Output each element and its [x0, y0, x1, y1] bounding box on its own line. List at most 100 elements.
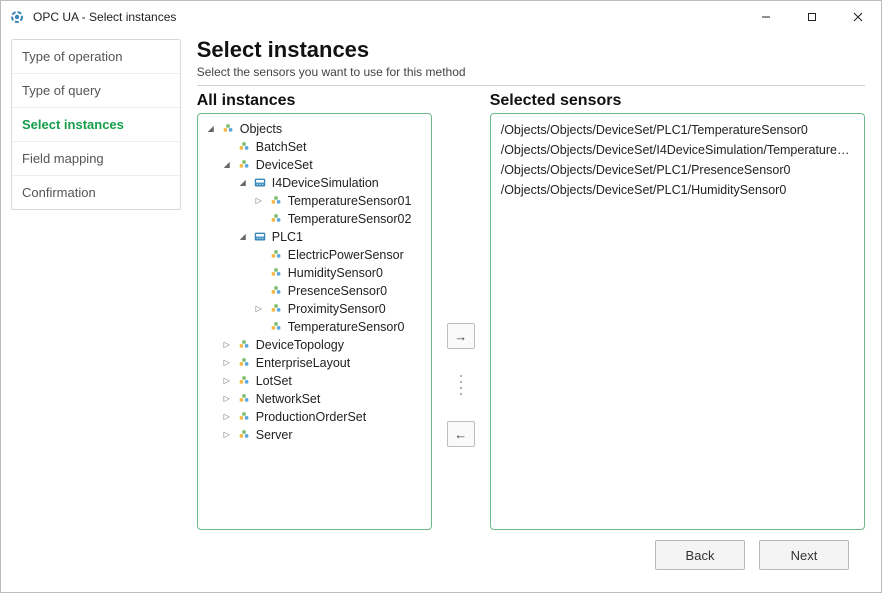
- next-button-label: Next: [791, 548, 818, 563]
- folder-icon: [236, 374, 252, 388]
- tree-node[interactable]: ▷ TemperatureSensor01: [254, 192, 427, 210]
- tree-node[interactable]: ◢ObjectsBatchSet◢DeviceSet◢I4DeviceSimul…: [206, 120, 427, 444]
- tree-node-label: TemperatureSensor01: [288, 192, 412, 210]
- expander-closed-icon[interactable]: ▷: [254, 304, 264, 314]
- tree-node[interactable]: ◢PLC1ElectricPowerSensorHumiditySensor0P…: [238, 228, 427, 336]
- close-button[interactable]: [835, 1, 881, 33]
- expander-open-icon[interactable]: ◢: [206, 124, 216, 134]
- selected-item[interactable]: /Objects/Objects/DeviceSet/PLC1/Humidity…: [495, 180, 860, 200]
- window-title: OPC UA - Select instances: [33, 10, 176, 24]
- selected-sensors-column: Selected sensors /Objects/Objects/Device…: [490, 90, 865, 530]
- next-button[interactable]: Next: [759, 540, 849, 570]
- tree-node-row[interactable]: ▷EnterpriseLayout: [222, 354, 427, 372]
- page-heading: Select instances: [197, 37, 865, 63]
- tree-node-row[interactable]: HumiditySensor0: [254, 264, 427, 282]
- app-icon: [9, 9, 25, 25]
- selected-list[interactable]: /Objects/Objects/DeviceSet/PLC1/Temperat…: [495, 120, 860, 200]
- tree-node[interactable]: ▷EnterpriseLayout: [222, 354, 427, 372]
- tree-node-label: ProximitySensor0: [288, 300, 386, 318]
- wizard-steplist: Type of operationType of querySelect ins…: [11, 39, 181, 210]
- tree-node-row[interactable]: ◢ Objects: [206, 120, 427, 138]
- tree-node[interactable]: ▷ NetworkSet: [222, 390, 427, 408]
- expander-closed-icon[interactable]: ▷: [222, 430, 232, 440]
- tree-node-label: PresenceSensor0: [288, 282, 387, 300]
- expander-open-icon[interactable]: ◢: [238, 232, 248, 242]
- tree-node-label: ProductionOrderSet: [256, 408, 366, 426]
- expander-closed-icon[interactable]: ▷: [222, 394, 232, 404]
- tree-node[interactable]: ▷ ProductionOrderSet: [222, 408, 427, 426]
- tree-node-row[interactable]: PresenceSensor0: [254, 282, 427, 300]
- expander-closed-icon[interactable]: ▷: [222, 358, 232, 368]
- dialog-window: OPC UA - Select instances Type of operat…: [0, 0, 882, 593]
- tree-node-label: ElectricPowerSensor: [288, 246, 404, 264]
- tree-node[interactable]: TemperatureSensor0: [254, 318, 427, 336]
- tree-node-label: I4DeviceSimulation: [272, 174, 379, 192]
- back-button[interactable]: Back: [655, 540, 745, 570]
- expander-open-icon[interactable]: ◢: [222, 160, 232, 170]
- expander-open-icon[interactable]: ◢: [238, 178, 248, 188]
- tree-node-row[interactable]: TemperatureSensor02: [254, 210, 427, 228]
- tree-node-row[interactable]: ▷ ProximitySensor0: [254, 300, 427, 318]
- tree-node-label: TemperatureSensor0: [288, 318, 405, 336]
- tree-node[interactable]: ◢ I4DeviceSimulation ▷ TemperatureSensor01T…: [238, 174, 427, 228]
- tree-node[interactable]: TemperatureSensor02: [254, 210, 427, 228]
- wizard-step-item[interactable]: Type of query: [12, 74, 180, 108]
- tree-node-row[interactable]: ▷ TemperatureSensor01: [254, 192, 427, 210]
- all-instances-title: All instances: [197, 92, 432, 110]
- columns: All instances ◢ ObjectsBatchSet ◢ DeviceSet…: [197, 90, 865, 530]
- tree-node-label: NetworkSet: [256, 390, 321, 408]
- tree-node[interactable]: PresenceSensor0: [254, 282, 427, 300]
- expander-closed-icon[interactable]: ▷: [222, 376, 232, 386]
- tree-node-label: HumiditySensor0: [288, 264, 383, 282]
- tree-node[interactable]: ▷ ProximitySensor0: [254, 300, 427, 318]
- tree-node-row[interactable]: ◢ DeviceSet: [222, 156, 427, 174]
- separator-dots: [460, 375, 462, 395]
- tree-node-row[interactable]: TemperatureSensor0: [254, 318, 427, 336]
- folder-icon: [236, 140, 252, 154]
- add-button[interactable]: →: [447, 323, 475, 349]
- tree-node[interactable]: ◢ DeviceSet ◢ I4DeviceSimulation ▷ Temperatur…: [222, 156, 427, 336]
- tree-node-row[interactable]: BatchSet: [222, 138, 427, 156]
- tree-node-label: Objects: [240, 120, 282, 138]
- maximize-button[interactable]: [789, 1, 835, 33]
- tree-node-row[interactable]: ▷ NetworkSet: [222, 390, 427, 408]
- tree-node-row[interactable]: ▷LotSet: [222, 372, 427, 390]
- content-area: Select instances Select the sensors you …: [189, 33, 881, 592]
- tree-node[interactable]: ▷LotSet: [222, 372, 427, 390]
- tree-node-row[interactable]: ◢PLC1: [238, 228, 427, 246]
- tree-node[interactable]: ▷DeviceTopology: [222, 336, 427, 354]
- all-instances-panel: ◢ObjectsBatchSet◢DeviceSet◢I4DeviceSimul…: [197, 113, 432, 530]
- expander-closed-icon[interactable]: ▷: [222, 340, 232, 350]
- wizard-step-item[interactable]: Field mapping: [12, 142, 180, 176]
- tree-node-row[interactable]: ElectricPowerSensor: [254, 246, 427, 264]
- all-instances-column: All instances ◢ ObjectsBatchSet ◢ DeviceSet…: [197, 90, 432, 530]
- back-button-label: Back: [686, 548, 715, 563]
- minimize-button[interactable]: [743, 1, 789, 33]
- page-subtitle: Select the sensors you want to use for t…: [197, 65, 865, 86]
- tree-node-row[interactable]: ▷DeviceTopology: [222, 336, 427, 354]
- expander-closed-icon[interactable]: ▷: [254, 196, 264, 206]
- tree-node[interactable]: BatchSet: [222, 138, 427, 156]
- instance-tree[interactable]: ◢ObjectsBatchSet◢DeviceSet◢I4DeviceSimul…: [202, 120, 427, 444]
- tree-node-row[interactable]: ◢ I4DeviceSimulation: [238, 174, 427, 192]
- folder-icon: [236, 356, 252, 370]
- tree-node[interactable]: HumiditySensor0: [254, 264, 427, 282]
- folder-icon: [268, 248, 284, 262]
- expander-closed-icon[interactable]: ▷: [222, 412, 232, 422]
- wizard-step-item[interactable]: Type of operation: [12, 40, 180, 74]
- selected-item[interactable]: /Objects/Objects/DeviceSet/I4DeviceSimul…: [495, 140, 860, 160]
- device-icon: [252, 230, 268, 244]
- wizard-step-item[interactable]: Select instances: [12, 108, 180, 142]
- tree-node-row[interactable]: ▷ ProductionOrderSet: [222, 408, 427, 426]
- remove-button[interactable]: ←: [447, 421, 475, 447]
- tree-node[interactable]: ElectricPowerSensor: [254, 246, 427, 264]
- selected-item[interactable]: /Objects/Objects/DeviceSet/PLC1/Temperat…: [495, 120, 860, 140]
- tree-node-label: DeviceSet: [256, 156, 313, 174]
- folder-icon: [268, 302, 284, 316]
- folder-icon: [268, 266, 284, 280]
- wizard-step-item[interactable]: Confirmation: [12, 176, 180, 209]
- tree-node-row[interactable]: ▷Server: [222, 426, 427, 444]
- selected-item[interactable]: /Objects/Objects/DeviceSet/PLC1/Presence…: [495, 160, 860, 180]
- tree-node[interactable]: ▷Server: [222, 426, 427, 444]
- tree-node-label: BatchSet: [256, 138, 307, 156]
